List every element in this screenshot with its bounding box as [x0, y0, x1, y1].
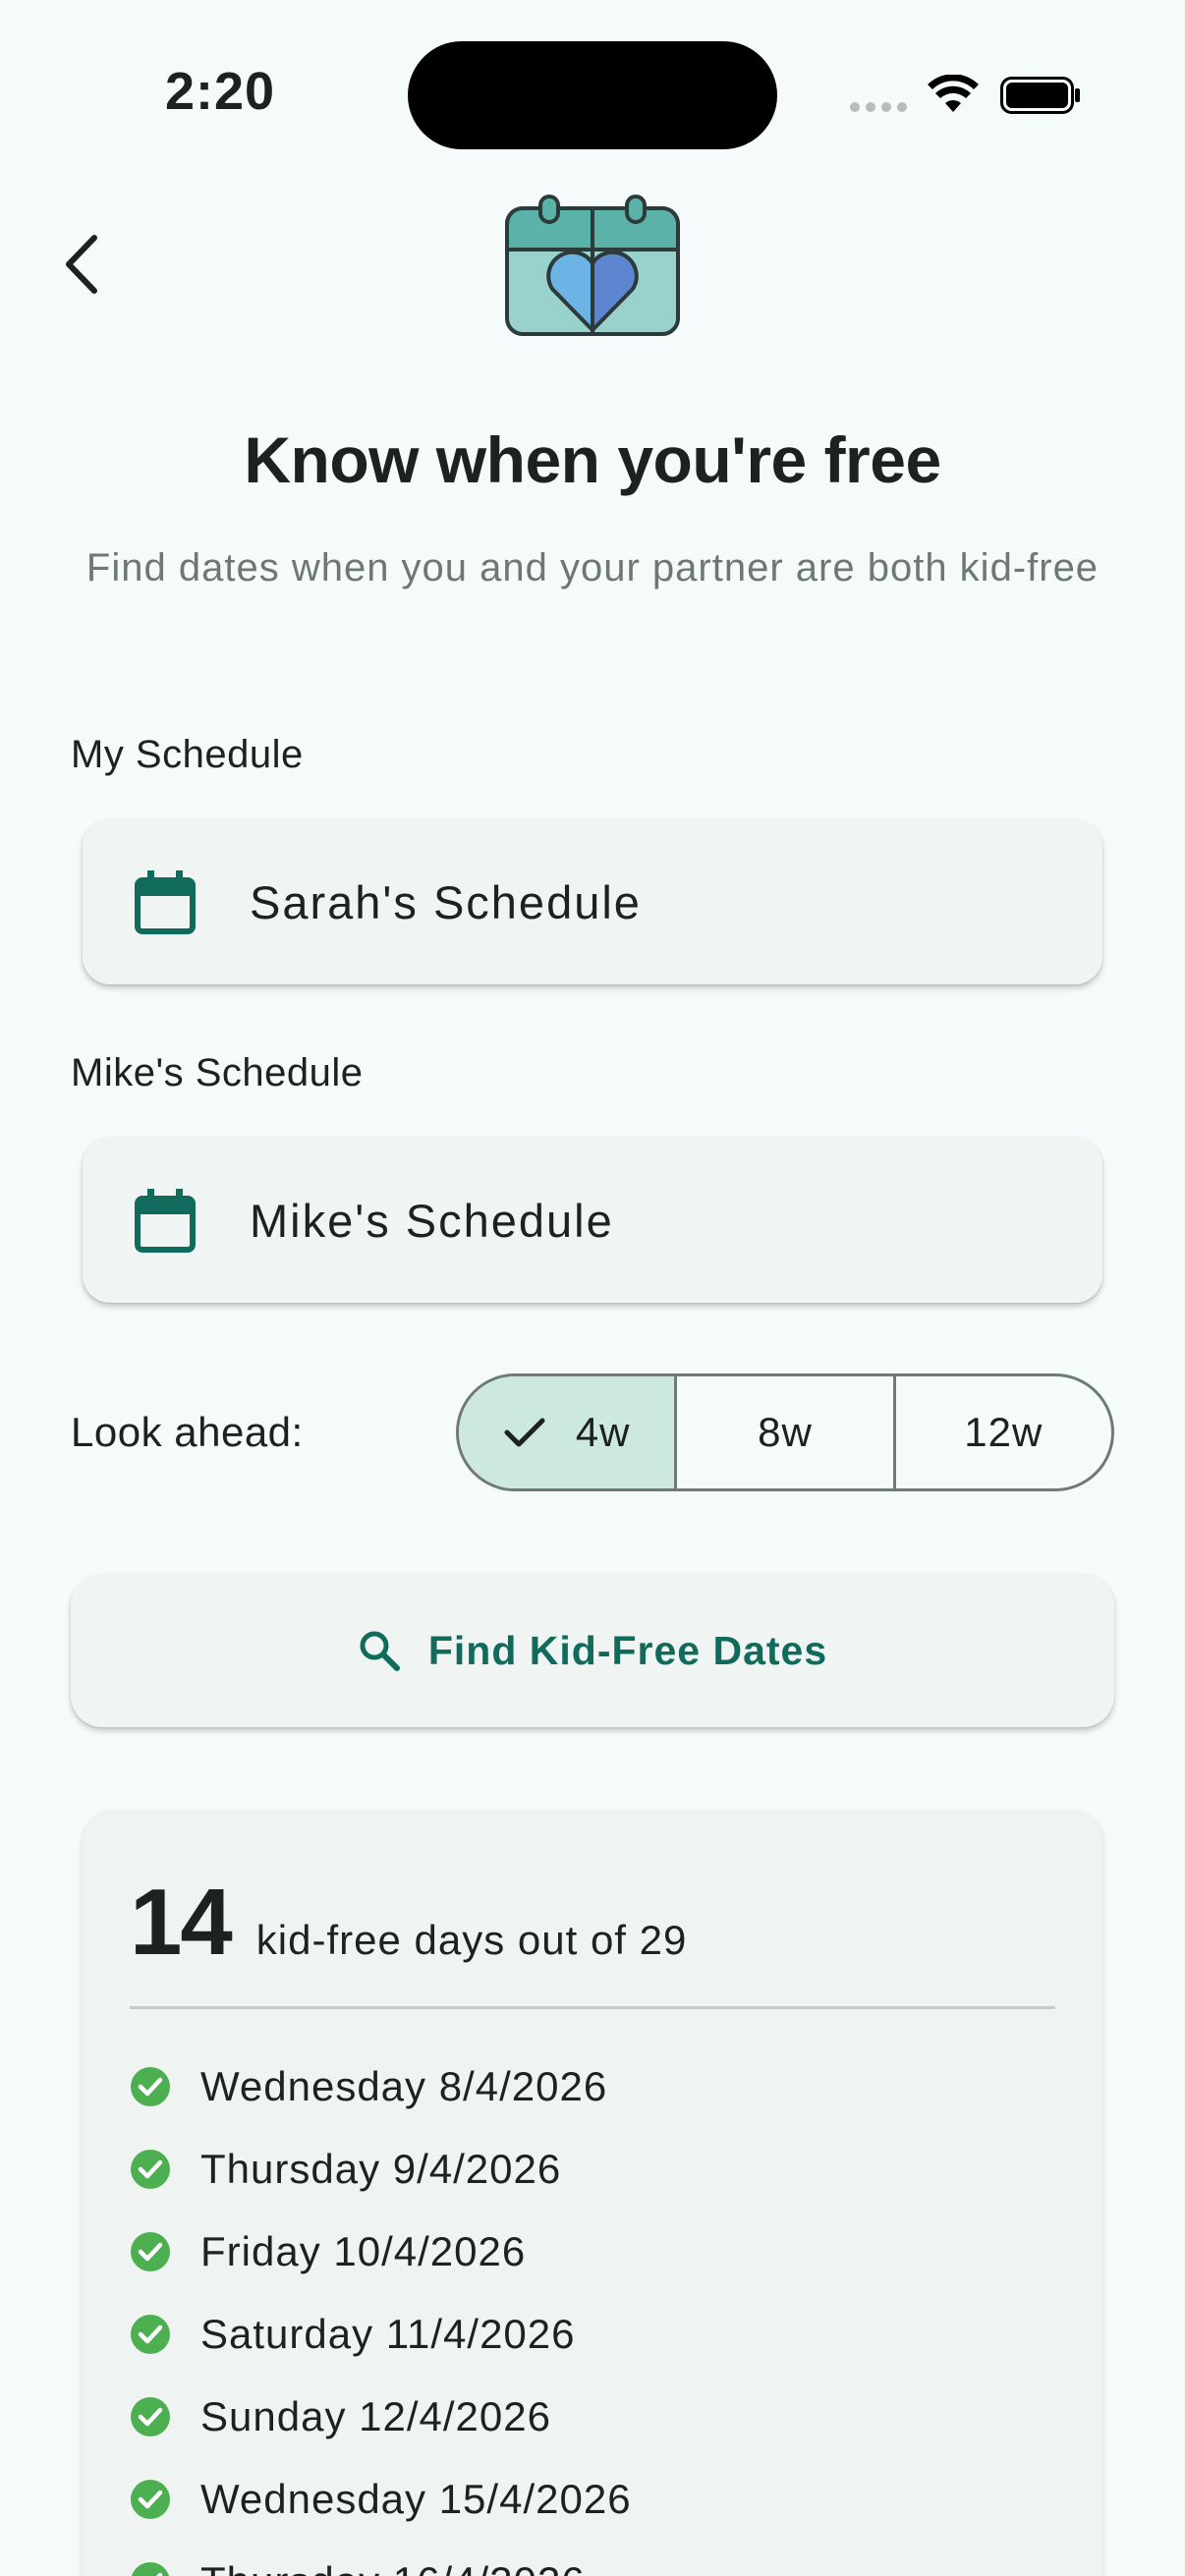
date-list-item: Sunday 12/4/2026	[130, 2376, 632, 2458]
page-subtitle: Find dates when you and your partner are…	[85, 546, 1100, 589]
results-card: 14 kid-free days out of 29 Wednesday 8/4…	[83, 1810, 1102, 2576]
search-icon	[360, 1631, 400, 1671]
date-text: Sunday 12/4/2026	[200, 2393, 551, 2439]
check-circle-icon	[131, 2397, 170, 2436]
calendar-icon	[135, 870, 196, 934]
kid-free-date-list: Wednesday 8/4/2026 Thursday 9/4/2026 Fri…	[130, 2045, 632, 2576]
date-list-item: Saturday 11/4/2026	[130, 2293, 632, 2376]
date-text: Friday 10/4/2026	[200, 2228, 527, 2274]
look-ahead-option-label: 8w	[758, 1409, 813, 1455]
check-circle-icon	[131, 2232, 170, 2271]
calendar-icon	[135, 1189, 196, 1253]
check-circle-icon	[131, 2067, 170, 2106]
kid-free-description: kid-free days out of 29	[255, 1917, 688, 1963]
results-summary: 14 kid-free days out of 29	[130, 1869, 687, 1977]
check-circle-icon	[131, 2480, 170, 2519]
partner-schedule-value: Mike's Schedule	[250, 1194, 614, 1247]
check-icon	[504, 1418, 545, 1447]
look-ahead-label: Look ahead:	[71, 1409, 304, 1455]
screen: 2:20 Know when you're free Find dates wh…	[0, 0, 1185, 2576]
look-ahead-option-label: 4w	[575, 1409, 631, 1455]
battery-icon	[1000, 77, 1080, 114]
date-list-item: Thursday 9/4/2026	[130, 2128, 632, 2211]
check-circle-icon	[131, 2562, 170, 2576]
look-ahead-option-12w[interactable]: 12w	[896, 1376, 1111, 1488]
my-schedule-value: Sarah's Schedule	[250, 875, 642, 928]
status-time: 2:20	[165, 62, 276, 121]
my-schedule-label: My Schedule	[71, 733, 304, 776]
divider	[130, 2006, 1055, 2009]
date-text: Wednesday 8/4/2026	[200, 2063, 608, 2109]
check-circle-icon	[131, 2150, 170, 2189]
my-schedule-picker[interactable]: Sarah's Schedule	[83, 819, 1102, 984]
date-list-item: Wednesday 15/4/2026	[130, 2458, 632, 2541]
app-logo-calendar-heart-icon	[505, 195, 680, 336]
cellular-signal-icon	[850, 102, 907, 112]
date-list-item: Friday 10/4/2026	[130, 2211, 632, 2293]
check-circle-icon	[131, 2315, 170, 2354]
partner-schedule-label: Mike's Schedule	[71, 1051, 364, 1094]
look-ahead-option-8w[interactable]: 8w	[677, 1376, 896, 1488]
find-kid-free-dates-button[interactable]: Find Kid-Free Dates	[71, 1574, 1114, 1727]
back-chevron-icon[interactable]	[57, 230, 106, 299]
find-button-label: Find Kid-Free Dates	[427, 1627, 828, 1673]
page-title: Know when you're free	[244, 423, 941, 496]
look-ahead-option-4w[interactable]: 4w	[459, 1376, 678, 1488]
date-text: Wednesday 15/4/2026	[200, 2476, 632, 2522]
look-ahead-option-label: 12w	[964, 1409, 1044, 1455]
date-list-item: Wednesday 8/4/2026	[130, 2045, 632, 2128]
date-text: Thursday 16/4/2026	[200, 2558, 586, 2576]
date-list-item: Thursday 16/4/2026	[130, 2541, 632, 2576]
date-text: Saturday 11/4/2026	[200, 2311, 576, 2357]
date-text: Thursday 9/4/2026	[200, 2146, 562, 2192]
look-ahead-segmented-control: 4w 8w 12w	[456, 1373, 1114, 1491]
kid-free-count: 14	[130, 1870, 233, 1975]
partner-schedule-picker[interactable]: Mike's Schedule	[83, 1138, 1102, 1303]
wifi-icon	[928, 75, 979, 112]
dynamic-island	[408, 41, 777, 149]
